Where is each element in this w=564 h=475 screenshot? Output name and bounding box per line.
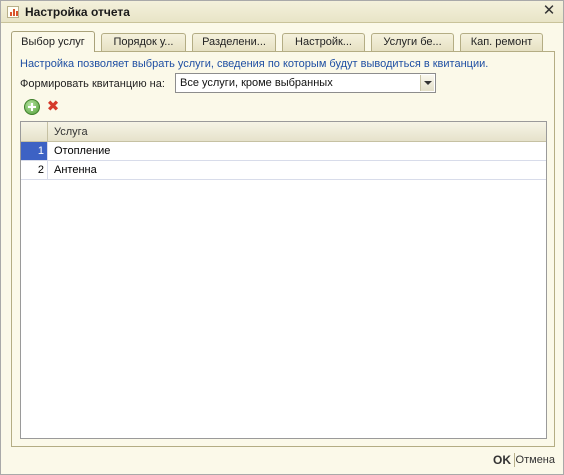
report-icon: [7, 6, 19, 18]
services-table: Услуга 1 Отопление 2 Антенна: [20, 121, 547, 439]
title-bar: Настройка отчета ✕: [1, 1, 563, 23]
info-text: Настройка позволяет выбрать услуги, свед…: [20, 58, 489, 70]
add-icon[interactable]: [24, 99, 40, 115]
tab-separation[interactable]: Разделени...: [192, 33, 276, 51]
row-number-header: [21, 122, 48, 141]
table-header: Услуга: [21, 122, 546, 142]
tab-services-selection[interactable]: Выбор услуг: [11, 31, 95, 52]
ok-button[interactable]: OK: [493, 453, 511, 467]
select-value: Все услуги, кроме выбранных: [180, 77, 333, 89]
delete-icon[interactable]: ✖: [45, 99, 61, 115]
column-header-service[interactable]: Услуга: [54, 126, 88, 138]
tab-settings[interactable]: Настройк...: [282, 33, 365, 51]
row-number: 2: [21, 161, 48, 179]
table-row[interactable]: 1 Отопление: [21, 142, 546, 161]
form-for-select[interactable]: Все услуги, кроме выбранных: [175, 73, 436, 93]
dialog-footer: OK Отмена: [1, 449, 563, 474]
tab-capital-repair[interactable]: Кап. ремонт: [460, 33, 543, 51]
tab-services-without[interactable]: Услуги бе...: [371, 33, 454, 51]
tab-services-order[interactable]: Порядок у...: [101, 33, 186, 51]
table-row[interactable]: 2 Антенна: [21, 161, 546, 180]
close-icon[interactable]: ✕: [541, 3, 557, 19]
window-title: Настройка отчета: [25, 5, 130, 19]
cancel-button[interactable]: Отмена: [516, 454, 555, 466]
report-settings-window: Настройка отчета ✕ Выбор услуг Порядок у…: [0, 0, 564, 475]
tab-panel-services-selection: Настройка позволяет выбрать услуги, свед…: [11, 51, 555, 447]
service-name: Антенна: [54, 164, 97, 176]
form-for-label: Формировать квитанцию на:: [20, 78, 165, 90]
service-name: Отопление: [54, 145, 111, 157]
row-number: 1: [21, 142, 48, 160]
chevron-down-icon[interactable]: [420, 75, 434, 91]
